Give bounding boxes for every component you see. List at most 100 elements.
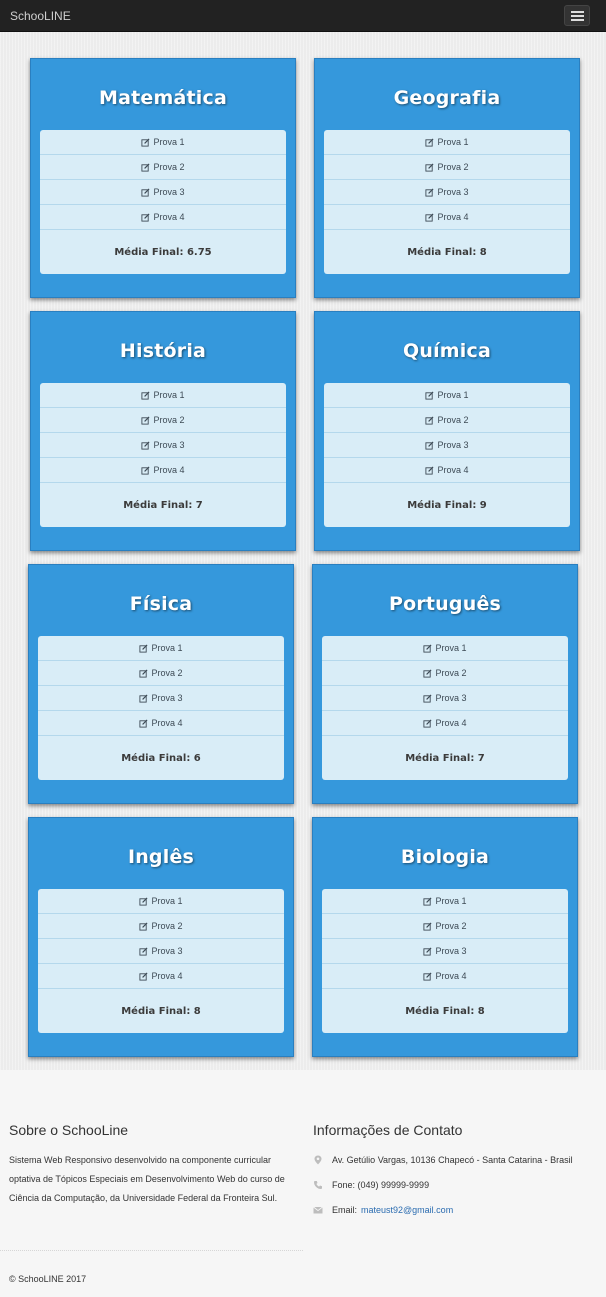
subject-card: Geografia Prova 1 Prova 2 Prova 3 Prova … [314, 58, 580, 298]
edit-icon [141, 465, 150, 475]
exam-item[interactable]: Prova 3 [38, 686, 284, 711]
exam-item[interactable]: Prova 1 [324, 130, 570, 155]
final-average: Média Final: 8 [405, 1005, 485, 1017]
exam-list: Prova 1 Prova 2 Prova 3 Prova 4 Média Fi… [40, 130, 286, 274]
hamburger-menu-icon[interactable] [564, 5, 590, 26]
subject-title: Geografia [393, 87, 501, 109]
exam-item[interactable]: Prova 3 [322, 939, 568, 964]
exam-item[interactable]: Prova 4 [322, 964, 568, 989]
exam-list: Prova 1 Prova 2 Prova 3 Prova 4 Média Fi… [324, 130, 570, 274]
exam-label: Prova 1 [153, 137, 185, 147]
exam-item[interactable]: Prova 3 [324, 433, 570, 458]
final-average: Média Final: 6.75 [114, 246, 212, 258]
exam-item[interactable]: Prova 2 [40, 155, 286, 180]
subject-card: Matemática Prova 1 Prova 2 Prova 3 Prova… [30, 58, 296, 298]
exam-item[interactable]: Prova 4 [40, 458, 286, 483]
exam-item[interactable]: Prova 2 [38, 914, 284, 939]
edit-icon [423, 718, 432, 728]
edit-icon [139, 971, 148, 981]
edit-icon [141, 440, 150, 450]
edit-icon [141, 390, 150, 400]
edit-icon [139, 693, 148, 703]
exam-label: Prova 2 [153, 162, 185, 172]
subject-card: Português Prova 1 Prova 2 Prova 3 Prova … [312, 564, 578, 804]
exam-list: Prova 1 Prova 2 Prova 3 Prova 4 Média Fi… [322, 889, 568, 1033]
exam-label: Prova 4 [435, 718, 467, 728]
final-average: Média Final: 7 [123, 499, 203, 511]
edit-icon [423, 643, 432, 653]
exam-item[interactable]: Prova 1 [38, 889, 284, 914]
exam-label: Prova 3 [153, 187, 185, 197]
exam-item[interactable]: Prova 1 [322, 636, 568, 661]
subject-title: Química [403, 340, 491, 362]
edit-icon [425, 212, 434, 222]
email-link[interactable]: mateust92@gmail.com [361, 1205, 453, 1215]
contact-phone: Fone: (049) 99999-9999 [313, 1180, 429, 1190]
exam-label: Prova 2 [153, 415, 185, 425]
edit-icon [139, 946, 148, 956]
final-average: Média Final: 8 [121, 1005, 201, 1017]
exam-item[interactable]: Prova 3 [38, 939, 284, 964]
exam-label: Prova 2 [151, 668, 183, 678]
exam-item[interactable]: Prova 2 [324, 155, 570, 180]
phone-icon [314, 1181, 322, 1189]
exam-label: Prova 4 [437, 212, 469, 222]
exam-label: Prova 3 [437, 440, 469, 450]
exam-list: Prova 1 Prova 2 Prova 3 Prova 4 Média Fi… [40, 383, 286, 527]
exam-item[interactable]: Prova 4 [38, 964, 284, 989]
edit-icon [425, 390, 434, 400]
edit-icon [141, 162, 150, 172]
edit-icon [141, 137, 150, 147]
exam-label: Prova 2 [435, 668, 467, 678]
edit-icon [425, 137, 434, 147]
edit-icon [425, 440, 434, 450]
edit-icon [141, 415, 150, 425]
contact-address: Av. Getúlio Vargas, 10136 Chapecó - Sant… [313, 1155, 573, 1165]
brand-link[interactable]: SchooLINE [10, 9, 71, 23]
exam-item[interactable]: Prova 4 [324, 205, 570, 230]
exam-label: Prova 3 [151, 946, 183, 956]
exam-item[interactable]: Prova 2 [322, 914, 568, 939]
exam-item[interactable]: Prova 4 [324, 458, 570, 483]
about-text: Sistema Web Responsivo desenvolvido na c… [9, 1155, 285, 1203]
exam-label: Prova 4 [437, 465, 469, 475]
exam-label: Prova 2 [437, 162, 469, 172]
exam-list: Prova 1 Prova 2 Prova 3 Prova 4 Média Fi… [38, 636, 284, 780]
exam-item[interactable]: Prova 1 [324, 383, 570, 408]
exam-item[interactable]: Prova 2 [322, 661, 568, 686]
final-average: Média Final: 9 [407, 499, 487, 511]
exam-item[interactable]: Prova 4 [40, 205, 286, 230]
exam-label: Prova 3 [437, 187, 469, 197]
exam-item[interactable]: Prova 1 [322, 889, 568, 914]
subject-card: História Prova 1 Prova 2 Prova 3 Prova 4… [30, 311, 296, 551]
exam-item[interactable]: Prova 2 [38, 661, 284, 686]
exam-item[interactable]: Prova 3 [40, 180, 286, 205]
about-heading: Sobre o SchooLine [9, 1122, 129, 1138]
exam-label: Prova 1 [151, 896, 183, 906]
exam-label: Prova 3 [435, 946, 467, 956]
edit-icon [423, 921, 432, 931]
exam-list: Prova 1 Prova 2 Prova 3 Prova 4 Média Fi… [324, 383, 570, 527]
exam-item[interactable]: Prova 2 [40, 408, 286, 433]
exam-item[interactable]: Prova 3 [324, 180, 570, 205]
final-average: Média Final: 7 [405, 752, 485, 764]
exam-label: Prova 3 [153, 440, 185, 450]
exam-item[interactable]: Prova 3 [40, 433, 286, 458]
exam-item[interactable]: Prova 4 [322, 711, 568, 736]
exam-item[interactable]: Prova 1 [38, 636, 284, 661]
final-average: Média Final: 6 [121, 752, 201, 764]
exam-label: Prova 2 [435, 921, 467, 931]
exam-item[interactable]: Prova 3 [322, 686, 568, 711]
edit-icon [423, 946, 432, 956]
subject-title: Português [388, 593, 502, 615]
subject-title: Biologia [400, 846, 490, 868]
subject-title: Física [129, 593, 193, 615]
edit-icon [423, 693, 432, 703]
exam-item[interactable]: Prova 1 [40, 130, 286, 155]
exam-item[interactable]: Prova 1 [40, 383, 286, 408]
exam-item[interactable]: Prova 4 [38, 711, 284, 736]
exam-item[interactable]: Prova 2 [324, 408, 570, 433]
final-average: Média Final: 8 [407, 246, 487, 258]
edit-icon [141, 187, 150, 197]
edit-icon [425, 465, 434, 475]
